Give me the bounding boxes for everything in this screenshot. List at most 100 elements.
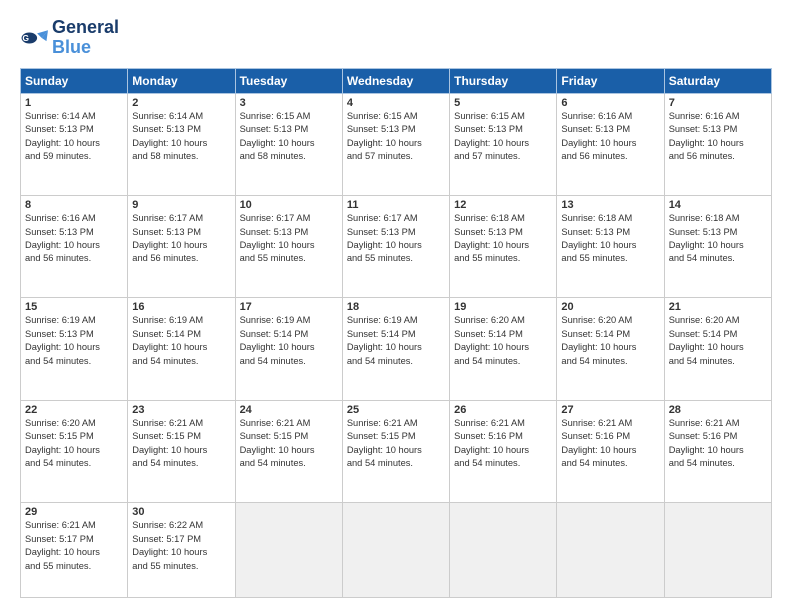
calendar-cell: 5Sunrise: 6:15 AMSunset: 5:13 PMDaylight…: [450, 93, 557, 195]
day-number: 24: [240, 404, 338, 416]
calendar-cell: 3Sunrise: 6:15 AMSunset: 5:13 PMDaylight…: [235, 93, 342, 195]
day-info: Sunrise: 6:19 AMSunset: 5:13 PMDaylight:…: [25, 314, 123, 368]
day-info: Sunrise: 6:19 AMSunset: 5:14 PMDaylight:…: [132, 314, 230, 368]
day-info: Sunrise: 6:21 AMSunset: 5:16 PMDaylight:…: [669, 417, 767, 471]
week-row-5: 29Sunrise: 6:21 AMSunset: 5:17 PMDayligh…: [21, 503, 772, 598]
calendar-cell: 4Sunrise: 6:15 AMSunset: 5:13 PMDaylight…: [342, 93, 449, 195]
day-number: 15: [25, 301, 123, 313]
day-number: 23: [132, 404, 230, 416]
day-number: 29: [25, 506, 123, 518]
day-info: Sunrise: 6:17 AMSunset: 5:13 PMDaylight:…: [132, 212, 230, 266]
day-info: Sunrise: 6:19 AMSunset: 5:14 PMDaylight:…: [347, 314, 445, 368]
day-info: Sunrise: 6:18 AMSunset: 5:13 PMDaylight:…: [669, 212, 767, 266]
calendar-cell: 8Sunrise: 6:16 AMSunset: 5:13 PMDaylight…: [21, 196, 128, 298]
day-number: 10: [240, 199, 338, 211]
day-number: 26: [454, 404, 552, 416]
calendar-cell: 22Sunrise: 6:20 AMSunset: 5:15 PMDayligh…: [21, 400, 128, 502]
day-info: Sunrise: 6:21 AMSunset: 5:15 PMDaylight:…: [347, 417, 445, 471]
calendar-cell: [450, 503, 557, 598]
calendar-cell: 30Sunrise: 6:22 AMSunset: 5:17 PMDayligh…: [128, 503, 235, 598]
week-row-4: 22Sunrise: 6:20 AMSunset: 5:15 PMDayligh…: [21, 400, 772, 502]
day-number: 16: [132, 301, 230, 313]
day-number: 20: [561, 301, 659, 313]
day-number: 17: [240, 301, 338, 313]
weekday-wednesday: Wednesday: [342, 68, 449, 93]
logo-general: General: [52, 18, 119, 38]
day-info: Sunrise: 6:20 AMSunset: 5:14 PMDaylight:…: [561, 314, 659, 368]
day-number: 28: [669, 404, 767, 416]
day-number: 25: [347, 404, 445, 416]
svg-text:G: G: [22, 33, 29, 43]
day-info: Sunrise: 6:18 AMSunset: 5:13 PMDaylight:…: [561, 212, 659, 266]
day-info: Sunrise: 6:14 AMSunset: 5:13 PMDaylight:…: [25, 110, 123, 164]
calendar-cell: 6Sunrise: 6:16 AMSunset: 5:13 PMDaylight…: [557, 93, 664, 195]
day-info: Sunrise: 6:22 AMSunset: 5:17 PMDaylight:…: [132, 519, 230, 573]
calendar-cell: 12Sunrise: 6:18 AMSunset: 5:13 PMDayligh…: [450, 196, 557, 298]
day-number: 11: [347, 199, 445, 211]
logo-icon: G: [20, 24, 48, 52]
calendar-cell: [235, 503, 342, 598]
day-info: Sunrise: 6:19 AMSunset: 5:14 PMDaylight:…: [240, 314, 338, 368]
week-row-1: 1Sunrise: 6:14 AMSunset: 5:13 PMDaylight…: [21, 93, 772, 195]
calendar-cell: 10Sunrise: 6:17 AMSunset: 5:13 PMDayligh…: [235, 196, 342, 298]
day-number: 1: [25, 97, 123, 109]
day-number: 18: [347, 301, 445, 313]
day-info: Sunrise: 6:16 AMSunset: 5:13 PMDaylight:…: [561, 110, 659, 164]
weekday-saturday: Saturday: [664, 68, 771, 93]
day-number: 3: [240, 97, 338, 109]
day-info: Sunrise: 6:21 AMSunset: 5:16 PMDaylight:…: [454, 417, 552, 471]
day-number: 14: [669, 199, 767, 211]
calendar-cell: 17Sunrise: 6:19 AMSunset: 5:14 PMDayligh…: [235, 298, 342, 400]
day-info: Sunrise: 6:20 AMSunset: 5:14 PMDaylight:…: [669, 314, 767, 368]
calendar-cell: 23Sunrise: 6:21 AMSunset: 5:15 PMDayligh…: [128, 400, 235, 502]
calendar-cell: 20Sunrise: 6:20 AMSunset: 5:14 PMDayligh…: [557, 298, 664, 400]
week-row-2: 8Sunrise: 6:16 AMSunset: 5:13 PMDaylight…: [21, 196, 772, 298]
calendar-cell: 9Sunrise: 6:17 AMSunset: 5:13 PMDaylight…: [128, 196, 235, 298]
calendar-cell: 27Sunrise: 6:21 AMSunset: 5:16 PMDayligh…: [557, 400, 664, 502]
weekday-header-row: SundayMondayTuesdayWednesdayThursdayFrid…: [21, 68, 772, 93]
day-info: Sunrise: 6:15 AMSunset: 5:13 PMDaylight:…: [347, 110, 445, 164]
day-number: 8: [25, 199, 123, 211]
day-number: 2: [132, 97, 230, 109]
calendar-cell: 29Sunrise: 6:21 AMSunset: 5:17 PMDayligh…: [21, 503, 128, 598]
day-number: 5: [454, 97, 552, 109]
calendar-cell: 24Sunrise: 6:21 AMSunset: 5:15 PMDayligh…: [235, 400, 342, 502]
day-info: Sunrise: 6:14 AMSunset: 5:13 PMDaylight:…: [132, 110, 230, 164]
day-info: Sunrise: 6:20 AMSunset: 5:15 PMDaylight:…: [25, 417, 123, 471]
day-info: Sunrise: 6:18 AMSunset: 5:13 PMDaylight:…: [454, 212, 552, 266]
calendar-cell: [557, 503, 664, 598]
day-info: Sunrise: 6:21 AMSunset: 5:15 PMDaylight:…: [132, 417, 230, 471]
day-info: Sunrise: 6:21 AMSunset: 5:16 PMDaylight:…: [561, 417, 659, 471]
calendar-cell: 16Sunrise: 6:19 AMSunset: 5:14 PMDayligh…: [128, 298, 235, 400]
calendar-cell: 28Sunrise: 6:21 AMSunset: 5:16 PMDayligh…: [664, 400, 771, 502]
day-number: 4: [347, 97, 445, 109]
calendar-cell: 26Sunrise: 6:21 AMSunset: 5:16 PMDayligh…: [450, 400, 557, 502]
calendar-cell: 25Sunrise: 6:21 AMSunset: 5:15 PMDayligh…: [342, 400, 449, 502]
day-info: Sunrise: 6:15 AMSunset: 5:13 PMDaylight:…: [240, 110, 338, 164]
calendar-cell: [664, 503, 771, 598]
weekday-tuesday: Tuesday: [235, 68, 342, 93]
calendar-table: SundayMondayTuesdayWednesdayThursdayFrid…: [20, 68, 772, 598]
day-info: Sunrise: 6:21 AMSunset: 5:17 PMDaylight:…: [25, 519, 123, 573]
day-info: Sunrise: 6:21 AMSunset: 5:15 PMDaylight:…: [240, 417, 338, 471]
day-number: 27: [561, 404, 659, 416]
day-number: 6: [561, 97, 659, 109]
day-number: 9: [132, 199, 230, 211]
day-number: 13: [561, 199, 659, 211]
calendar-cell: 19Sunrise: 6:20 AMSunset: 5:14 PMDayligh…: [450, 298, 557, 400]
weekday-monday: Monday: [128, 68, 235, 93]
day-info: Sunrise: 6:16 AMSunset: 5:13 PMDaylight:…: [25, 212, 123, 266]
calendar-cell: 2Sunrise: 6:14 AMSunset: 5:13 PMDaylight…: [128, 93, 235, 195]
weekday-friday: Friday: [557, 68, 664, 93]
day-info: Sunrise: 6:16 AMSunset: 5:13 PMDaylight:…: [669, 110, 767, 164]
weekday-thursday: Thursday: [450, 68, 557, 93]
logo: G General Blue: [20, 18, 119, 58]
calendar-cell: 1Sunrise: 6:14 AMSunset: 5:13 PMDaylight…: [21, 93, 128, 195]
day-info: Sunrise: 6:17 AMSunset: 5:13 PMDaylight:…: [347, 212, 445, 266]
weekday-sunday: Sunday: [21, 68, 128, 93]
calendar-cell: 11Sunrise: 6:17 AMSunset: 5:13 PMDayligh…: [342, 196, 449, 298]
day-number: 12: [454, 199, 552, 211]
day-number: 7: [669, 97, 767, 109]
calendar-cell: 7Sunrise: 6:16 AMSunset: 5:13 PMDaylight…: [664, 93, 771, 195]
day-number: 22: [25, 404, 123, 416]
